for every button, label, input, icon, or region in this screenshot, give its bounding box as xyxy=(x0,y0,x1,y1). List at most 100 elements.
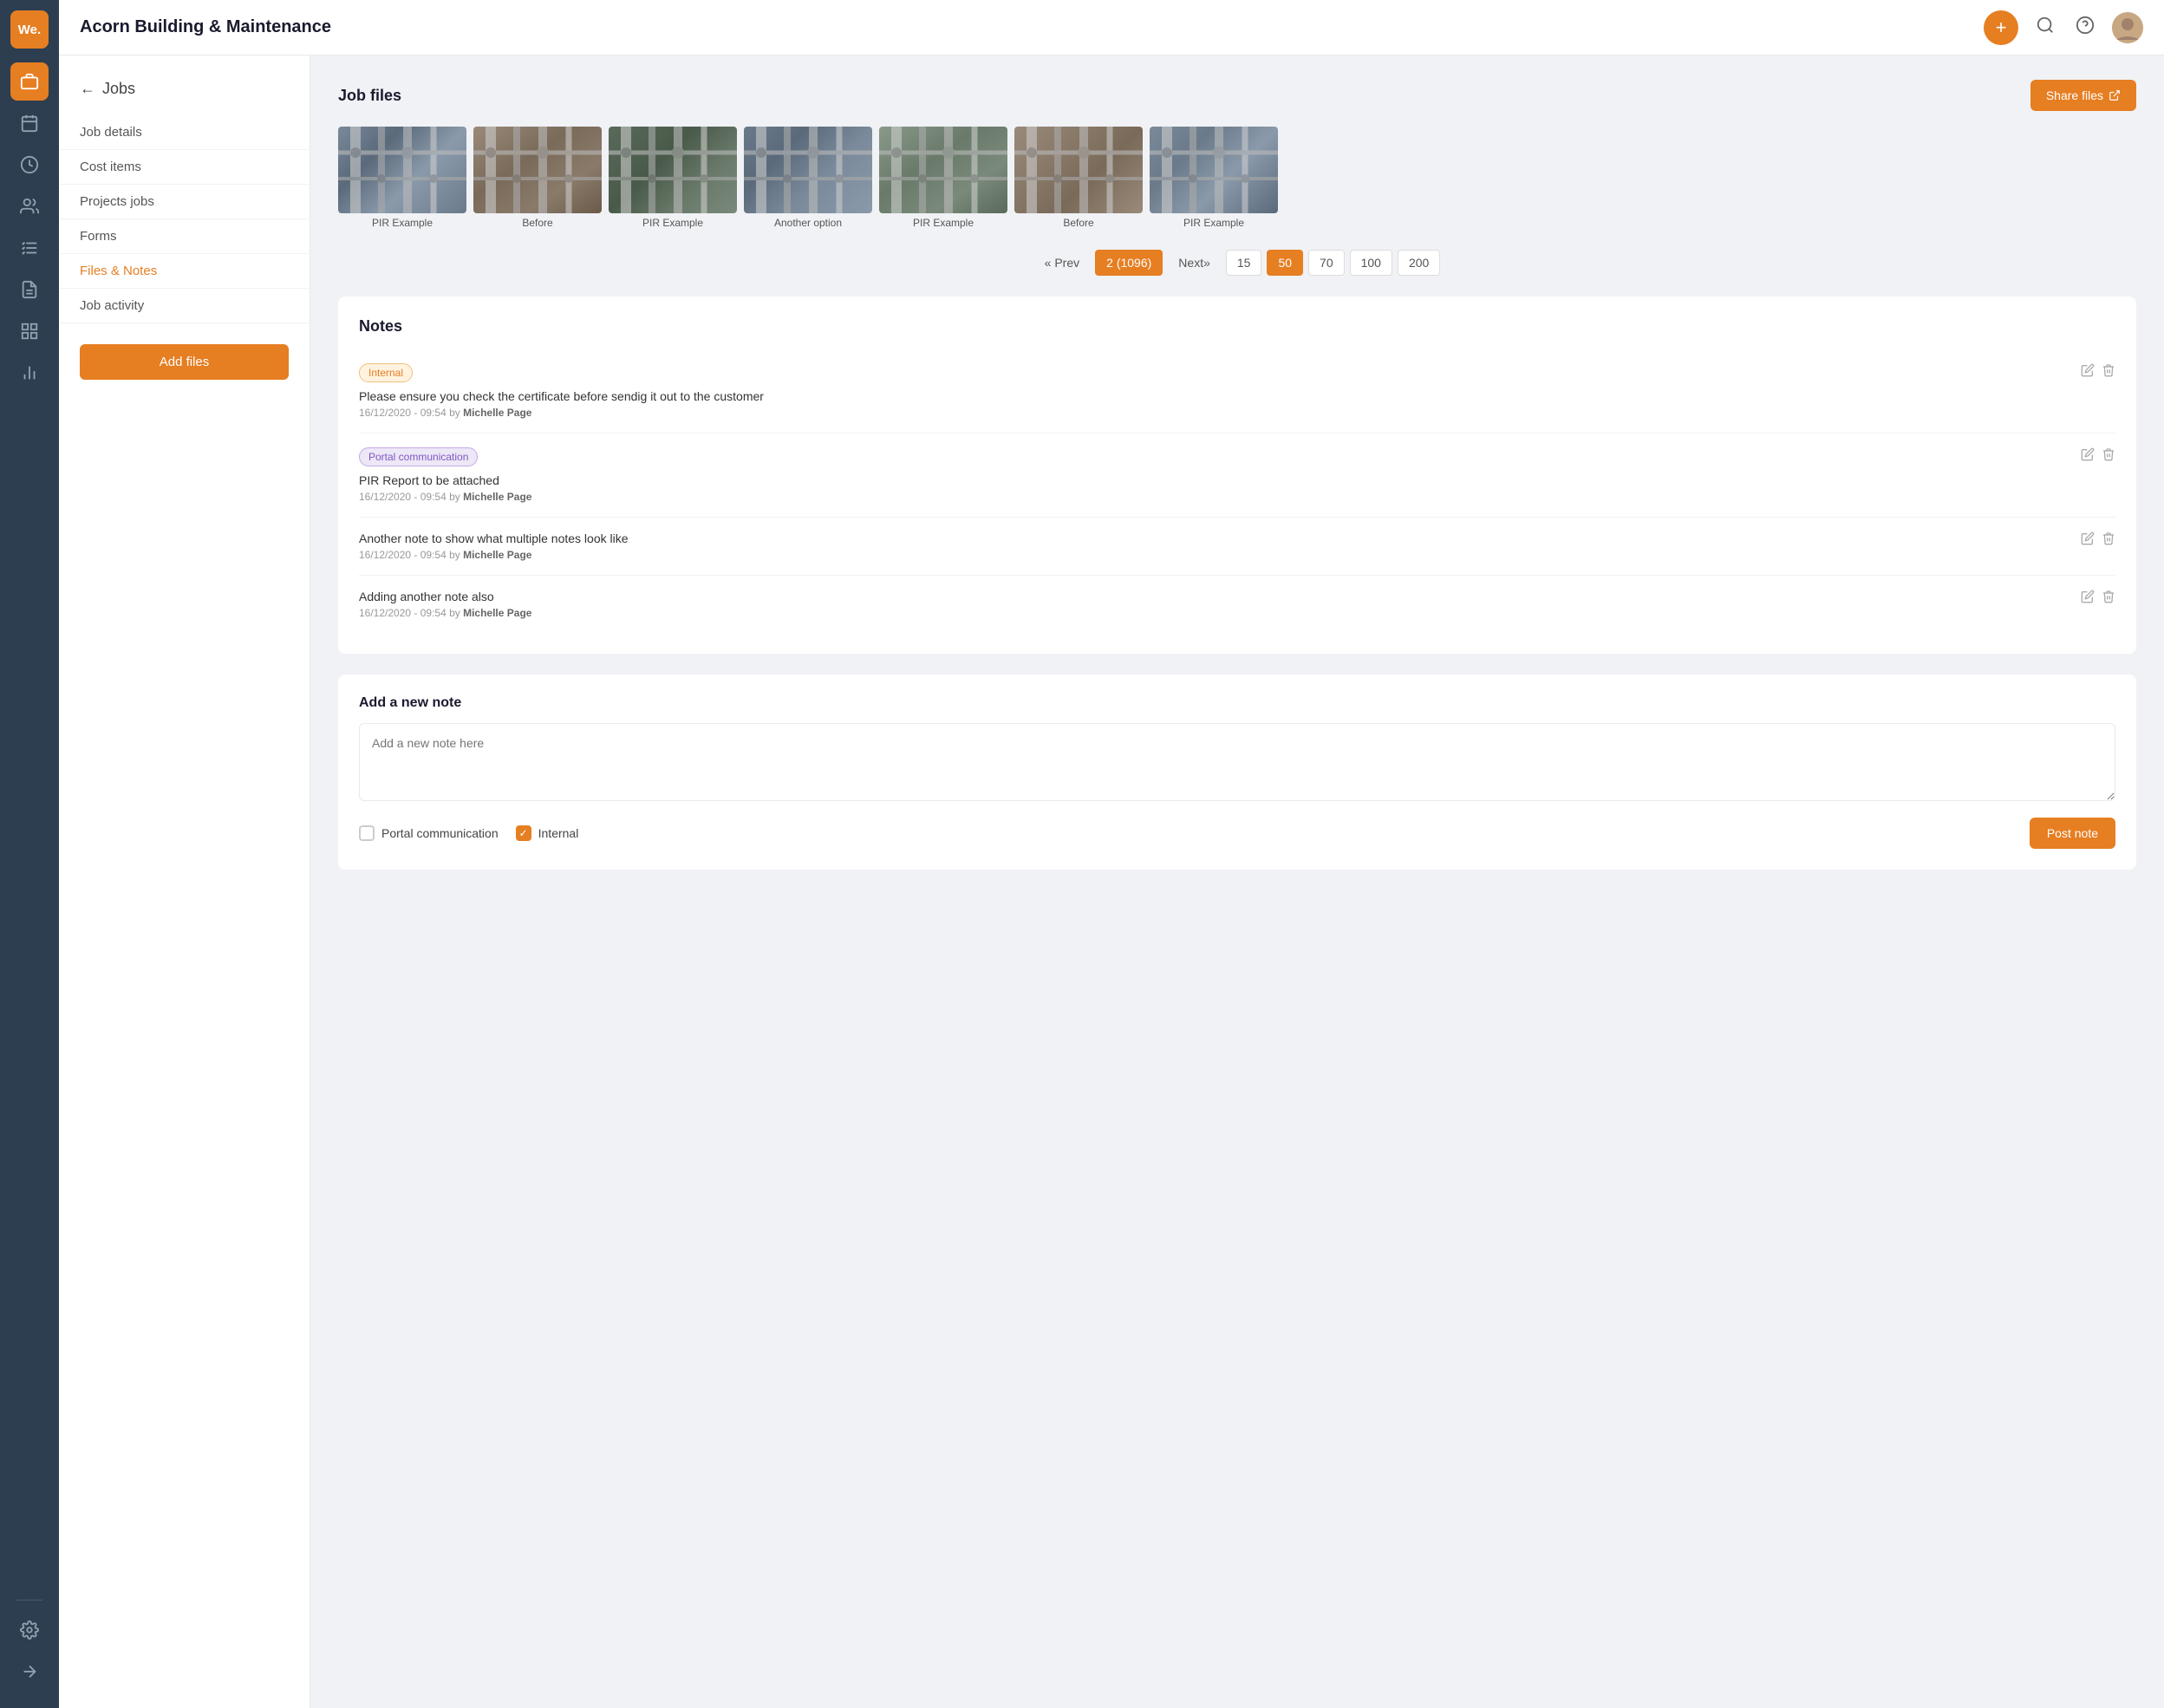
settings-icon[interactable] xyxy=(10,1611,49,1649)
document-icon[interactable] xyxy=(10,271,49,309)
add-files-button[interactable]: Add files xyxy=(80,344,289,380)
clock-icon[interactable] xyxy=(10,146,49,184)
gallery-label: PIR Example xyxy=(372,217,433,229)
briefcase-icon[interactable] xyxy=(10,62,49,101)
internal-checkbox-box: ✓ xyxy=(516,825,531,841)
sidebar: ← Jobs Job detailsCost itemsProjects job… xyxy=(59,55,310,1708)
internal-label: Internal xyxy=(538,826,579,840)
note-actions xyxy=(2081,590,2115,608)
gallery-item[interactable]: Before xyxy=(473,127,602,229)
page-size-100[interactable]: 100 xyxy=(1350,250,1392,276)
note-item: Internal Please ensure you check the cer… xyxy=(359,349,2115,434)
portal-communication-checkbox[interactable]: Portal communication xyxy=(359,825,499,841)
sidebar-item-forms[interactable]: Forms xyxy=(59,219,310,254)
note-meta: 16/12/2020 - 09:54 by Michelle Page xyxy=(359,491,2115,503)
add-button[interactable]: + xyxy=(1984,10,2018,45)
delete-note-button[interactable] xyxy=(2102,531,2115,550)
forward-icon[interactable] xyxy=(10,1653,49,1691)
note-text: Another note to show what multiple notes… xyxy=(359,531,2115,545)
gallery-item[interactable]: Before xyxy=(1014,127,1143,229)
sidebar-item-projects-jobs[interactable]: Projects jobs xyxy=(59,185,310,219)
back-to-jobs[interactable]: ← Jobs xyxy=(59,73,310,115)
gallery-item[interactable]: PIR Example xyxy=(338,127,466,229)
note-textarea[interactable] xyxy=(359,723,2115,801)
job-files-section: Job files Share files xyxy=(338,80,2136,297)
calendar-icon[interactable] xyxy=(10,104,49,142)
edit-note-button[interactable] xyxy=(2081,447,2095,466)
gallery-label: PIR Example xyxy=(913,217,974,229)
pagination: « Prev 2 (1096) Next» 15 50 70 100 200 xyxy=(338,236,2136,297)
header-actions: + xyxy=(1984,10,2143,45)
tasks-icon[interactable] xyxy=(10,229,49,267)
page-size-70[interactable]: 70 xyxy=(1308,250,1345,276)
note-badge: Portal communication xyxy=(359,447,478,466)
note-text: Please ensure you check the certificate … xyxy=(359,389,2115,403)
search-button[interactable] xyxy=(2032,12,2058,43)
gallery-item[interactable]: PIR Example xyxy=(1150,127,1278,229)
delete-note-button[interactable] xyxy=(2102,363,2115,381)
portal-checkbox-box xyxy=(359,825,375,841)
sidebar-item-cost-items[interactable]: Cost items xyxy=(59,150,310,185)
gallery-label: Before xyxy=(1063,217,1093,229)
grid-icon[interactable] xyxy=(10,312,49,350)
note-badge: Internal xyxy=(359,363,413,382)
back-arrow-icon: ← xyxy=(80,80,95,98)
add-note-section: Add a new note Portal communication ✓ In… xyxy=(338,675,2136,870)
edit-note-button[interactable] xyxy=(2081,590,2095,608)
note-actions xyxy=(2081,531,2115,550)
note-meta: 16/12/2020 - 09:54 by Michelle Page xyxy=(359,407,2115,419)
sidebar-item-files-notes[interactable]: Files & Notes xyxy=(59,254,310,289)
edit-note-button[interactable] xyxy=(2081,531,2095,550)
company-name: Acorn Building & Maintenance xyxy=(80,17,1984,37)
sidebar-item-job-activity[interactable]: Job activity xyxy=(59,289,310,323)
note-text: Adding another note also xyxy=(359,590,2115,603)
note-meta: 16/12/2020 - 09:54 by Michelle Page xyxy=(359,607,2115,619)
user-avatar[interactable] xyxy=(2112,12,2143,43)
page-size-200[interactable]: 200 xyxy=(1398,250,1440,276)
post-note-button[interactable]: Post note xyxy=(2030,818,2115,849)
page-size-50[interactable]: 50 xyxy=(1267,250,1303,276)
gallery-label: PIR Example xyxy=(642,217,703,229)
main-panel: Job files Share files xyxy=(310,55,2164,1708)
gallery-item[interactable]: PIR Example xyxy=(609,127,737,229)
gallery-item[interactable]: PIR Example xyxy=(879,127,1007,229)
current-page-button[interactable]: 2 (1096) xyxy=(1095,250,1163,276)
next-page-button[interactable]: Next» xyxy=(1168,251,1221,275)
internal-checkbox[interactable]: ✓ Internal xyxy=(516,825,579,841)
edit-note-button[interactable] xyxy=(2081,363,2095,381)
note-item: Adding another note also 16/12/2020 - 09… xyxy=(359,576,2115,633)
job-files-title: Job files xyxy=(338,87,401,105)
portal-label: Portal communication xyxy=(381,826,499,840)
gallery-item[interactable]: Another option xyxy=(744,127,872,229)
note-actions xyxy=(2081,447,2115,466)
note-item: Portal communication PIR Report to be at… xyxy=(359,434,2115,518)
sidebar-nav: Job detailsCost itemsProjects jobsFormsF… xyxy=(59,115,310,323)
note-checkboxes: Portal communication ✓ Internal xyxy=(359,825,578,841)
chart-icon[interactable] xyxy=(10,354,49,392)
share-files-button[interactable]: Share files xyxy=(2030,80,2136,111)
help-button[interactable] xyxy=(2072,12,2098,43)
note-footer: Portal communication ✓ Internal Post not… xyxy=(359,818,2115,849)
top-header: Acorn Building & Maintenance + xyxy=(59,0,2164,55)
icon-rail: We. xyxy=(0,0,59,1708)
back-label: Jobs xyxy=(102,80,135,98)
notes-section: Notes Internal Please ensure you check t… xyxy=(338,297,2136,654)
app-logo: We. xyxy=(10,10,49,49)
page-size-15[interactable]: 15 xyxy=(1226,250,1262,276)
delete-note-button[interactable] xyxy=(2102,447,2115,466)
image-gallery: PIR Example Before PIR Example Another o… xyxy=(338,127,2136,229)
add-note-title: Add a new note xyxy=(359,695,2115,711)
sidebar-item-job-details[interactable]: Job details xyxy=(59,115,310,150)
gallery-label: PIR Example xyxy=(1183,217,1244,229)
note-actions xyxy=(2081,363,2115,381)
notes-title: Notes xyxy=(359,317,2115,336)
content-area: ← Jobs Job detailsCost itemsProjects job… xyxy=(59,55,2164,1708)
note-text: PIR Report to be attached xyxy=(359,473,2115,487)
gallery-label: Before xyxy=(522,217,552,229)
delete-note-button[interactable] xyxy=(2102,590,2115,608)
people-icon[interactable] xyxy=(10,187,49,225)
note-item: Another note to show what multiple notes… xyxy=(359,518,2115,576)
note-meta: 16/12/2020 - 09:54 by Michelle Page xyxy=(359,549,2115,561)
notes-list: Internal Please ensure you check the cer… xyxy=(359,349,2115,633)
prev-page-button[interactable]: « Prev xyxy=(1034,251,1090,275)
